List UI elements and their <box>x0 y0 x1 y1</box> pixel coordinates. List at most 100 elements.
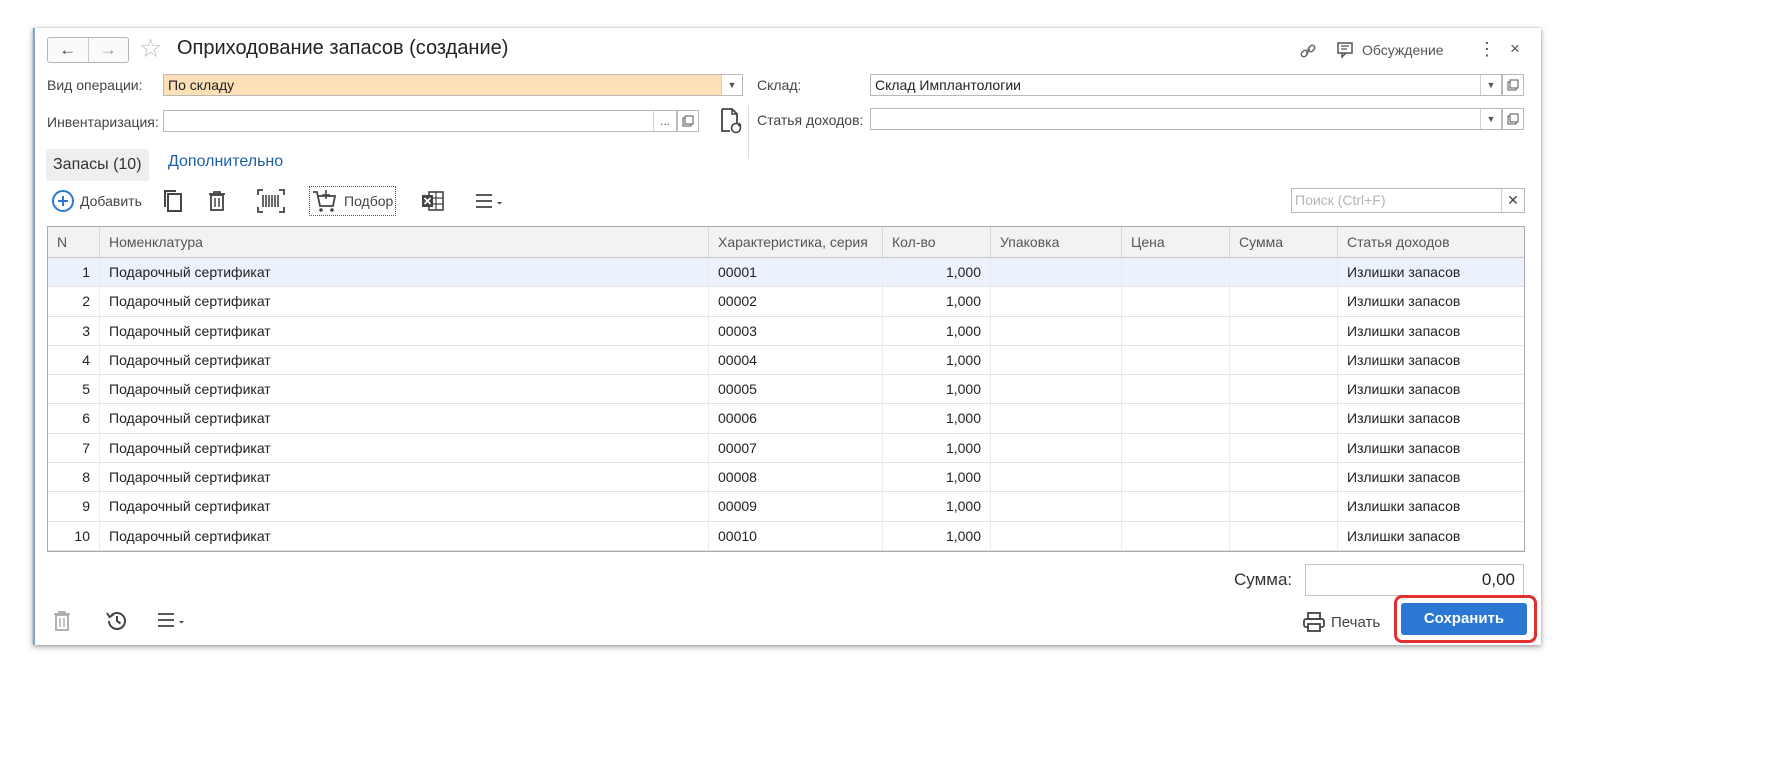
chevron-down-icon[interactable]: ▼ <box>721 75 742 95</box>
cell-income-item[interactable]: Излишки запасов <box>1338 346 1524 374</box>
copy-icon[interactable] <box>161 186 185 216</box>
cell-n[interactable]: 8 <box>48 463 100 492</box>
cell-income-item[interactable]: Излишки запасов <box>1338 258 1524 286</box>
cell-characteristic[interactable]: 00005 <box>709 375 883 404</box>
table-row[interactable]: 5 Подарочный сертификат 00005 1,000 Излишки … <box>48 375 1524 405</box>
cell-characteristic[interactable]: 00003 <box>709 316 883 345</box>
inventory-field[interactable]: ... <box>163 110 677 132</box>
cell-amount[interactable] <box>1230 521 1338 550</box>
cell-price[interactable] <box>1122 258 1230 287</box>
cell-amount[interactable] <box>1230 463 1338 492</box>
income-item-field[interactable]: ▼ <box>870 108 1502 130</box>
cell-n[interactable]: 9 <box>48 492 100 521</box>
cell-package[interactable] <box>991 287 1122 316</box>
cell-n[interactable]: 4 <box>48 345 100 375</box>
table-row[interactable]: 4 Подарочный сертификат 00004 1,000 Излишки … <box>48 345 1524 376</box>
cell-nomenclature[interactable]: Подарочный сертификат <box>100 404 709 433</box>
cell-price[interactable] <box>1122 316 1230 345</box>
footer-menu-icon[interactable] <box>157 612 185 631</box>
cell-nomenclature[interactable]: Подарочный сертификат <box>100 521 709 550</box>
cell-price[interactable] <box>1122 463 1230 492</box>
cell-nomenclature[interactable]: Подарочный сертификат <box>100 287 709 316</box>
cell-nomenclature[interactable]: Подарочный сертификат <box>100 492 709 521</box>
forward-arrow-icon[interactable]: → <box>87 38 129 62</box>
cell-price[interactable] <box>1122 404 1230 433</box>
open-income-item-icon[interactable] <box>1502 108 1524 130</box>
col-header-n[interactable]: N <box>48 227 100 257</box>
warehouse-field[interactable]: Склад Имплантологии ▼ <box>870 74 1502 96</box>
table-row[interactable]: 10 Подарочный сертификат 00010 1,000 Излишки… <box>48 521 1524 551</box>
cell-income-item[interactable]: Излишки запасов <box>1338 492 1524 520</box>
col-header-characteristic[interactable]: Характеристика, серия <box>709 227 883 257</box>
cell-nomenclature[interactable]: Подарочный сертификат <box>100 258 709 287</box>
discussion-button[interactable]: Обсуждение <box>1336 41 1444 59</box>
cell-characteristic[interactable]: 00004 <box>709 345 883 375</box>
refill-document-icon[interactable] <box>719 107 743 138</box>
barcode-icon[interactable] <box>257 186 285 216</box>
cell-characteristic[interactable]: 00006 <box>709 404 883 433</box>
table-row[interactable]: 9 Подарочный сертификат 00009 1,000 Излишки … <box>48 492 1524 522</box>
cell-amount[interactable] <box>1230 492 1338 521</box>
cell-characteristic[interactable]: 00001 <box>709 258 883 287</box>
cell-amount[interactable] <box>1230 258 1338 287</box>
search-input[interactable]: Поиск (Ctrl+F) ✕ <box>1291 188 1525 213</box>
cell-n[interactable]: 7 <box>48 433 100 463</box>
cell-characteristic[interactable]: 00009 <box>709 492 883 521</box>
cell-package[interactable] <box>991 521 1122 550</box>
cell-amount[interactable] <box>1230 345 1338 375</box>
cell-characteristic[interactable]: 00010 <box>709 521 883 550</box>
cell-quantity[interactable]: 1,000 <box>883 316 991 345</box>
cell-income-item[interactable]: Излишки запасов <box>1338 317 1524 345</box>
tab-additional[interactable]: Дополнительно <box>168 153 283 171</box>
cell-nomenclature[interactable]: Подарочный сертификат <box>100 316 709 345</box>
cell-income-item[interactable]: Излишки запасов <box>1338 434 1524 462</box>
cell-n[interactable]: 1 <box>48 258 100 287</box>
more-actions-menu-icon[interactable] <box>475 186 503 216</box>
cell-price[interactable] <box>1122 345 1230 375</box>
cell-nomenclature[interactable]: Подарочный сертификат <box>100 375 709 404</box>
cell-income-item[interactable]: Излишки запасов <box>1338 463 1524 491</box>
clear-search-icon[interactable]: ✕ <box>1501 189 1524 212</box>
cell-amount[interactable] <box>1230 433 1338 463</box>
favorite-star-icon[interactable]: ☆ <box>139 35 162 61</box>
cell-price[interactable] <box>1122 287 1230 316</box>
cell-package[interactable] <box>991 258 1122 287</box>
cell-characteristic[interactable]: 00002 <box>709 287 883 316</box>
cell-quantity[interactable]: 1,000 <box>883 404 991 433</box>
table-row[interactable]: 6 Подарочный сертификат 00006 1,000 Излишки … <box>48 404 1524 434</box>
col-header-package[interactable]: Упаковка <box>991 227 1122 257</box>
operation-type-field[interactable]: По складу ▼ <box>163 74 743 96</box>
cell-package[interactable] <box>991 404 1122 433</box>
cell-amount[interactable] <box>1230 375 1338 404</box>
cell-package[interactable] <box>991 345 1122 375</box>
cell-characteristic[interactable]: 00007 <box>709 433 883 463</box>
cell-quantity[interactable]: 1,000 <box>883 258 991 287</box>
cell-amount[interactable] <box>1230 316 1338 345</box>
link-icon[interactable] <box>1298 41 1318 61</box>
cell-quantity[interactable]: 1,000 <box>883 345 991 375</box>
cell-n[interactable]: 6 <box>48 404 100 433</box>
history-icon[interactable] <box>105 609 129 636</box>
cell-quantity[interactable]: 1,000 <box>883 492 991 521</box>
cell-price[interactable] <box>1122 521 1230 550</box>
table-row[interactable]: 8 Подарочный сертификат 00008 1,000 Излишки … <box>48 463 1524 493</box>
table-row[interactable]: 1 Подарочный сертификат 00001 1,000 Излишки … <box>48 258 1524 288</box>
cell-price[interactable] <box>1122 375 1230 404</box>
add-button[interactable]: Добавить <box>51 186 142 216</box>
cell-income-item[interactable]: Излишки запасов <box>1338 522 1524 550</box>
cell-amount[interactable] <box>1230 404 1338 433</box>
delete-document-icon[interactable] <box>53 610 71 635</box>
cell-quantity[interactable]: 1,000 <box>883 287 991 316</box>
excel-icon[interactable] <box>421 186 445 216</box>
back-arrow-icon[interactable]: ← <box>48 38 88 62</box>
col-header-income-item[interactable]: Статья доходов <box>1338 227 1524 257</box>
table-row[interactable]: 7 Подарочный сертификат 00007 1,000 Излишки … <box>48 433 1524 464</box>
cell-quantity[interactable]: 1,000 <box>883 433 991 463</box>
cell-package[interactable] <box>991 463 1122 492</box>
cell-n[interactable]: 2 <box>48 287 100 316</box>
cell-n[interactable]: 10 <box>48 521 100 550</box>
delete-icon[interactable] <box>207 186 227 216</box>
cell-quantity[interactable]: 1,000 <box>883 375 991 404</box>
cell-package[interactable] <box>991 375 1122 404</box>
chevron-down-icon[interactable]: ▼ <box>1480 109 1501 129</box>
